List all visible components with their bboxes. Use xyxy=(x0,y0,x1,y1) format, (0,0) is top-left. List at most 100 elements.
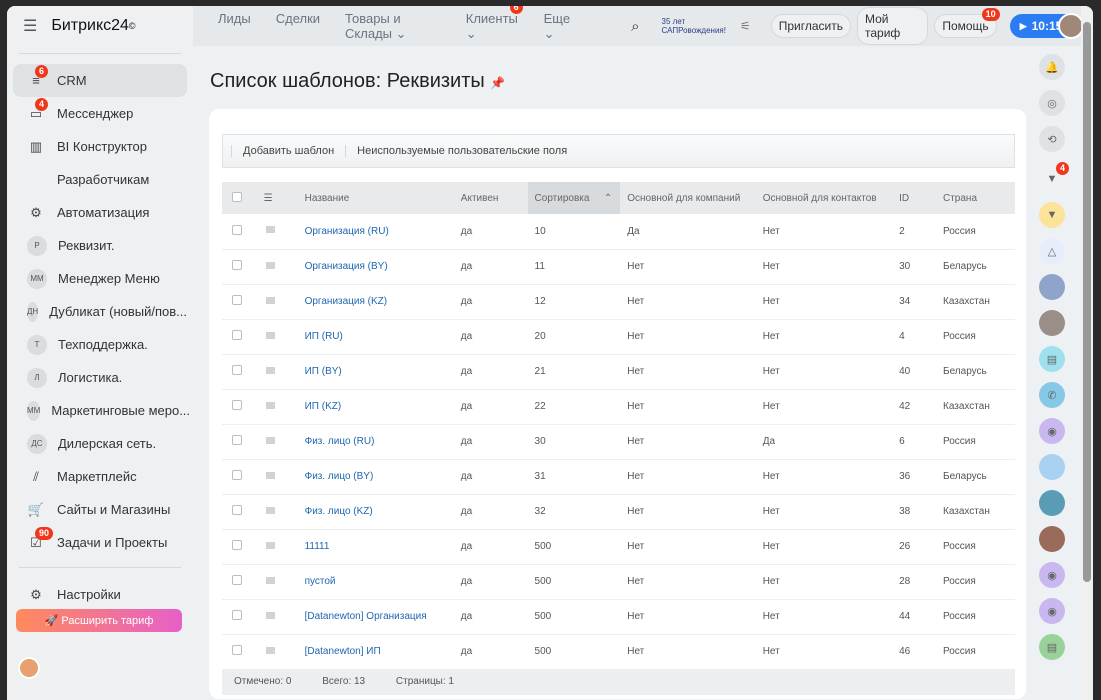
table-row[interactable]: Физ. лицо (RU) да 30 Нет Да 6 Россия xyxy=(222,424,1015,460)
table-row[interactable]: 11111 да 500 Нет Нет 26 Россия xyxy=(222,529,1015,565)
table-row[interactable]: Физ. лицо (BY) да 31 Нет Нет 36 Беларусь xyxy=(222,459,1015,495)
template-link[interactable]: ИП (KZ) xyxy=(305,401,342,412)
template-link[interactable]: Физ. лицо (RU) xyxy=(305,436,375,447)
table-row[interactable]: Организация (BY) да 11 Нет Нет 30 Беларусь xyxy=(222,249,1015,285)
row-checkbox[interactable] xyxy=(232,400,242,410)
column-header[interactable]: ID xyxy=(892,182,936,214)
top-menu-item[interactable]: Еще ⌄ xyxy=(544,11,577,42)
row-menu-icon[interactable] xyxy=(265,331,275,339)
tariff-button[interactable]: Мой тариф xyxy=(857,7,929,45)
pin-icon[interactable]: 📌 xyxy=(490,76,505,90)
sidebar-item-12[interactable]: ⫽ Маркетплейс xyxy=(13,460,187,493)
sidebar-item-settings[interactable]: ⚙ Настройки xyxy=(13,578,187,611)
right-panel-icon[interactable]: ◉ xyxy=(1039,562,1065,588)
row-menu-icon[interactable] xyxy=(265,436,275,444)
right-panel-icon[interactable]: ▤ xyxy=(1039,346,1065,372)
column-header[interactable]: Сортировка ⌃ xyxy=(527,182,621,214)
top-menu-item[interactable]: Лиды xyxy=(218,11,251,42)
row-checkbox[interactable] xyxy=(232,260,242,270)
template-link[interactable]: Организация (KZ) xyxy=(305,296,388,307)
column-header[interactable]: Основной для компаний xyxy=(620,182,756,214)
right-panel-icon[interactable] xyxy=(1039,490,1065,516)
upgrade-button[interactable]: 🚀 Расширить тариф xyxy=(16,609,182,632)
table-row[interactable]: пустой да 500 Нет Нет 28 Россия xyxy=(222,564,1015,600)
sidebar-item-5[interactable]: Р Реквизит. xyxy=(13,229,187,262)
row-checkbox[interactable] xyxy=(232,365,242,375)
row-checkbox[interactable] xyxy=(232,575,242,585)
template-link[interactable]: пустой xyxy=(305,576,336,587)
scrollbar[interactable] xyxy=(1081,6,1093,700)
row-checkbox[interactable] xyxy=(232,505,242,515)
row-menu-icon[interactable] xyxy=(265,471,275,479)
template-link[interactable]: Организация (BY) xyxy=(305,261,388,272)
invite-button[interactable]: Пригласить xyxy=(770,14,851,38)
sidebar-item-2[interactable]: ▥ BI Конструктор xyxy=(13,130,187,163)
right-panel-icon[interactable]: ◎ xyxy=(1039,90,1065,116)
table-row[interactable]: ИП (KZ) да 22 Нет Нет 42 Казахстан xyxy=(222,389,1015,425)
search-icon[interactable]: ⌕ xyxy=(631,18,639,35)
row-checkbox[interactable] xyxy=(232,610,242,620)
row-menu-icon[interactable] xyxy=(265,646,275,654)
unused-fields-button[interactable]: Неиспользуемые пользовательские поля xyxy=(345,145,578,157)
table-row[interactable]: ИП (RU) да 20 Нет Нет 4 Россия xyxy=(222,319,1015,355)
row-menu-icon[interactable] xyxy=(265,576,275,584)
column-header[interactable]: Название xyxy=(297,182,454,214)
right-panel-icon[interactable]: △ xyxy=(1039,238,1065,264)
right-panel-icon[interactable]: ▤ xyxy=(1039,634,1065,660)
sidebar-item-1[interactable]: ▭ 4 Мессенджер xyxy=(13,97,187,130)
row-checkbox[interactable] xyxy=(232,330,242,340)
row-menu-icon[interactable] xyxy=(265,226,275,233)
right-panel-icon[interactable]: ⟲ xyxy=(1039,126,1065,152)
add-template-button[interactable]: Добавить шаблон xyxy=(231,145,345,157)
row-menu-icon[interactable] xyxy=(265,611,275,619)
sidebar-item-3[interactable]: Разработчикам xyxy=(13,163,187,196)
template-link[interactable]: 11111 xyxy=(305,541,330,552)
sidebar-item-9[interactable]: Л Логистика. xyxy=(13,361,187,394)
right-panel-icon[interactable] xyxy=(1039,526,1065,552)
top-menu-item[interactable]: Товары и Склады ⌄ xyxy=(345,11,441,42)
template-link[interactable]: [Datanewton] Организация xyxy=(305,611,427,622)
sidebar-item-8[interactable]: Т Техподдержка. xyxy=(13,328,187,361)
settings-sliders-icon[interactable]: ⚟ xyxy=(740,19,751,33)
row-checkbox[interactable] xyxy=(232,435,242,445)
table-row[interactable]: Организация (RU) да 10 Да Нет 2 Россия xyxy=(222,214,1015,250)
select-all-checkbox[interactable] xyxy=(232,191,242,202)
timer-button[interactable]: ▶ 10:15 xyxy=(1009,13,1084,39)
template-link[interactable]: Физ. лицо (KZ) xyxy=(305,506,373,517)
table-row[interactable]: [Datanewton] ИП да 500 Нет Нет 46 Россия xyxy=(222,634,1015,670)
column-header[interactable]: Основной для контактов xyxy=(755,182,893,214)
template-link[interactable]: ИП (RU) xyxy=(305,331,343,342)
table-row[interactable]: ИП (BY) да 21 Нет Нет 40 Беларусь xyxy=(222,354,1015,390)
right-panel-icon[interactable]: ▼ xyxy=(1039,202,1065,228)
right-panel-icon[interactable]: ◉ xyxy=(1039,418,1065,444)
sidebar-item-6[interactable]: ММ Менеджер Меню xyxy=(13,262,187,295)
template-link[interactable]: Физ. лицо (BY) xyxy=(305,471,374,482)
column-settings-icon[interactable]: ☰ xyxy=(251,182,298,214)
bell-icon[interactable]: 🔔 xyxy=(1039,54,1065,80)
right-panel-icon[interactable]: ◉ xyxy=(1039,598,1065,624)
sidebar-item-14[interactable]: ☑ 90 Задачи и Проекты xyxy=(13,526,187,559)
sidebar-item-4[interactable]: ⚙ Автоматизация xyxy=(13,196,187,229)
right-panel-icon[interactable]: ▼ 4 xyxy=(1039,162,1069,192)
help-button[interactable]: Помощь 10 xyxy=(934,8,1000,38)
template-link[interactable]: [Datanewton] ИП xyxy=(305,646,381,657)
row-checkbox[interactable] xyxy=(232,224,242,235)
row-checkbox[interactable] xyxy=(232,540,242,550)
right-panel-icon[interactable]: ✆ xyxy=(1039,382,1065,408)
row-menu-icon[interactable] xyxy=(265,261,275,269)
user-avatar[interactable] xyxy=(18,657,40,679)
row-menu-icon[interactable] xyxy=(265,541,275,549)
right-panel-icon[interactable] xyxy=(1039,310,1065,336)
right-panel-icon[interactable] xyxy=(1039,454,1065,480)
row-checkbox[interactable] xyxy=(232,645,242,655)
sidebar-item-0[interactable]: ≡ 6 CRM xyxy=(13,64,187,97)
sidebar-item-11[interactable]: ДС Дилерская сеть. xyxy=(13,427,187,460)
row-menu-icon[interactable] xyxy=(265,296,275,304)
top-menu-item[interactable]: Клиенты ⌄ 6 xyxy=(466,6,523,42)
sidebar-item-13[interactable]: 🛒 Сайты и Магазины xyxy=(13,493,187,526)
column-header[interactable]: Активен xyxy=(453,182,528,214)
top-menu-item[interactable]: Сделки xyxy=(276,11,320,42)
table-row[interactable]: Физ. лицо (KZ) да 32 Нет Нет 38 Казахстан xyxy=(222,494,1015,530)
row-checkbox[interactable] xyxy=(232,470,242,480)
menu-icon[interactable]: ☰ xyxy=(23,16,37,36)
